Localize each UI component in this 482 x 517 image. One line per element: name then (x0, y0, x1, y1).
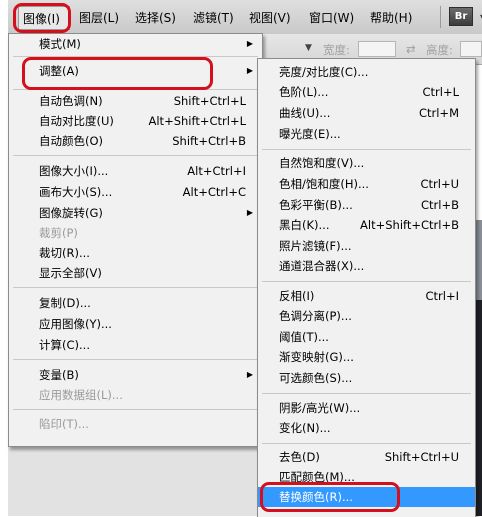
menu-help[interactable]: 帮助(H) (370, 9, 412, 27)
height-label: 高度: (426, 43, 453, 57)
menubar-divider (440, 6, 441, 28)
submenu-arrow-icon: ▶ (246, 208, 253, 217)
menu-item-channel-mixer[interactable]: 通道混合器(X)... (258, 256, 475, 276)
menu-separator (13, 56, 258, 57)
menu-item-hue-saturation[interactable]: 色相/饱和度(H)... Ctrl+U (258, 174, 475, 194)
menu-window[interactable]: 窗口(W) (309, 9, 354, 27)
menu-item-invert[interactable]: 反相(I) Ctrl+I (258, 286, 475, 306)
width-label: 宽度: (323, 43, 350, 57)
submenu-arrow-icon: ▶ (246, 66, 253, 75)
menu-view[interactable]: 视图(V) (249, 9, 291, 27)
menu-item-trim[interactable]: 裁切(R)... (9, 243, 262, 263)
width-field[interactable] (358, 41, 396, 57)
menu-item-crop: 裁剪(P) (39, 226, 78, 240)
menu-item-apply-image[interactable]: 应用图像(Y)... (9, 314, 262, 334)
bridge-button[interactable]: Br (449, 7, 473, 26)
menu-item-black-white[interactable]: 黑白(K)... Alt+Shift+Ctrl+B (258, 215, 475, 235)
menu-item-exposure[interactable]: 曝光度(E)... (258, 124, 475, 144)
menu-image[interactable]: 图像(I) (18, 6, 70, 30)
menu-item-curves[interactable]: 曲线(U)... Ctrl+M (258, 103, 475, 123)
menu-item-vibrance[interactable]: 自然饱和度(V)... (258, 153, 475, 173)
menu-separator (13, 409, 258, 410)
menu-item-adjustments[interactable]: 调整(A) ▶ (9, 61, 262, 81)
menu-item-calculations[interactable]: 计算(C)... (9, 335, 262, 355)
menu-item-duplicate[interactable]: 复制(D)... (9, 293, 262, 313)
menu-item-threshold[interactable]: 阈值(T)... (258, 327, 475, 347)
menu-item-auto-color[interactable]: 自动颜色(O) Shift+Ctrl+B (9, 131, 262, 151)
menu-item-variables[interactable]: 变量(B) ▶ (9, 365, 262, 385)
dropdown-arrow-icon[interactable]: ▼ (305, 43, 312, 53)
menu-item-variations[interactable]: 变化(N)... (258, 418, 475, 438)
menu-item-color-balance[interactable]: 色彩平衡(B)... Ctrl+B (258, 195, 475, 215)
menu-item-replace-color[interactable]: 替换颜色(R)... (258, 487, 475, 507)
swap-icon[interactable]: ⇄ (406, 42, 416, 56)
menu-separator (13, 89, 258, 90)
menu-item-image-size[interactable]: 图像大小(I)... Alt+Ctrl+I (9, 161, 262, 181)
menu-separator (262, 443, 471, 444)
menu-item-shadows-highlights[interactable]: 阴影/高光(W)... (258, 398, 475, 418)
menu-item-canvas-size[interactable]: 画布大小(S)... Alt+Ctrl+C (9, 182, 262, 202)
menu-item-image-rotation[interactable]: 图像旋转(G) ▶ (9, 203, 262, 223)
menu-item-mode[interactable]: 模式(M) ▶ (9, 34, 262, 54)
menu-item-gradient-map[interactable]: 渐变映射(G)... (258, 347, 475, 367)
menu-item-reveal-all[interactable]: 显示全部(V) (9, 263, 262, 283)
menu-separator (13, 359, 258, 360)
menu-item-selective-color[interactable]: 可选颜色(S)... (258, 368, 475, 388)
menu-separator (262, 149, 471, 150)
menu-item-trap: 陷印(T)... (39, 417, 89, 431)
menu-select[interactable]: 选择(S) (135, 9, 176, 27)
menu-item-match-color[interactable]: 匹配颜色(M)... (258, 467, 475, 487)
menu-item-apply-data-set: 应用数据组(L)... (39, 388, 123, 402)
height-field[interactable] (460, 41, 482, 57)
menu-item-auto-contrast[interactable]: 自动对比度(U) Alt+Shift+Ctrl+L (9, 111, 262, 131)
menu-bar: 图像(I) 图层(L) 选择(S) 滤镜(T) 视图(V) 窗口(W) 帮助(H… (8, 0, 482, 35)
workspace-background (8, 446, 257, 516)
menu-separator (13, 155, 258, 156)
menu-layer[interactable]: 图层(L) (79, 9, 119, 27)
submenu-arrow-icon: ▶ (246, 370, 253, 379)
menu-separator (262, 393, 471, 394)
menu-item-brightness-contrast[interactable]: 亮度/对比度(C)... (258, 62, 475, 82)
menu-item-auto-tone[interactable]: 自动色调(N) Shift+Ctrl+L (9, 91, 262, 111)
image-menu: 模式(M) ▶ 调整(A) ▶ 自动色调(N) Shift+Ctrl+L 自动对比度(… (8, 33, 263, 447)
submenu-arrow-icon: ▶ (246, 39, 253, 48)
menu-separator (13, 287, 258, 288)
menu-item-photo-filter[interactable]: 照片滤镜(F)... (258, 236, 475, 256)
menu-item-levels[interactable]: 色阶(L)... Ctrl+L (258, 82, 475, 102)
menu-item-posterize[interactable]: 色调分离(P)... (258, 306, 475, 326)
menu-filter[interactable]: 滤镜(T) (193, 9, 234, 27)
adjustments-submenu: 亮度/对比度(C)... 色阶(L)... Ctrl+L 曲线(U)... Ctrl… (257, 58, 476, 517)
menu-separator (262, 281, 471, 282)
menu-item-desaturate[interactable]: 去色(D) Shift+Ctrl+U (258, 447, 475, 467)
